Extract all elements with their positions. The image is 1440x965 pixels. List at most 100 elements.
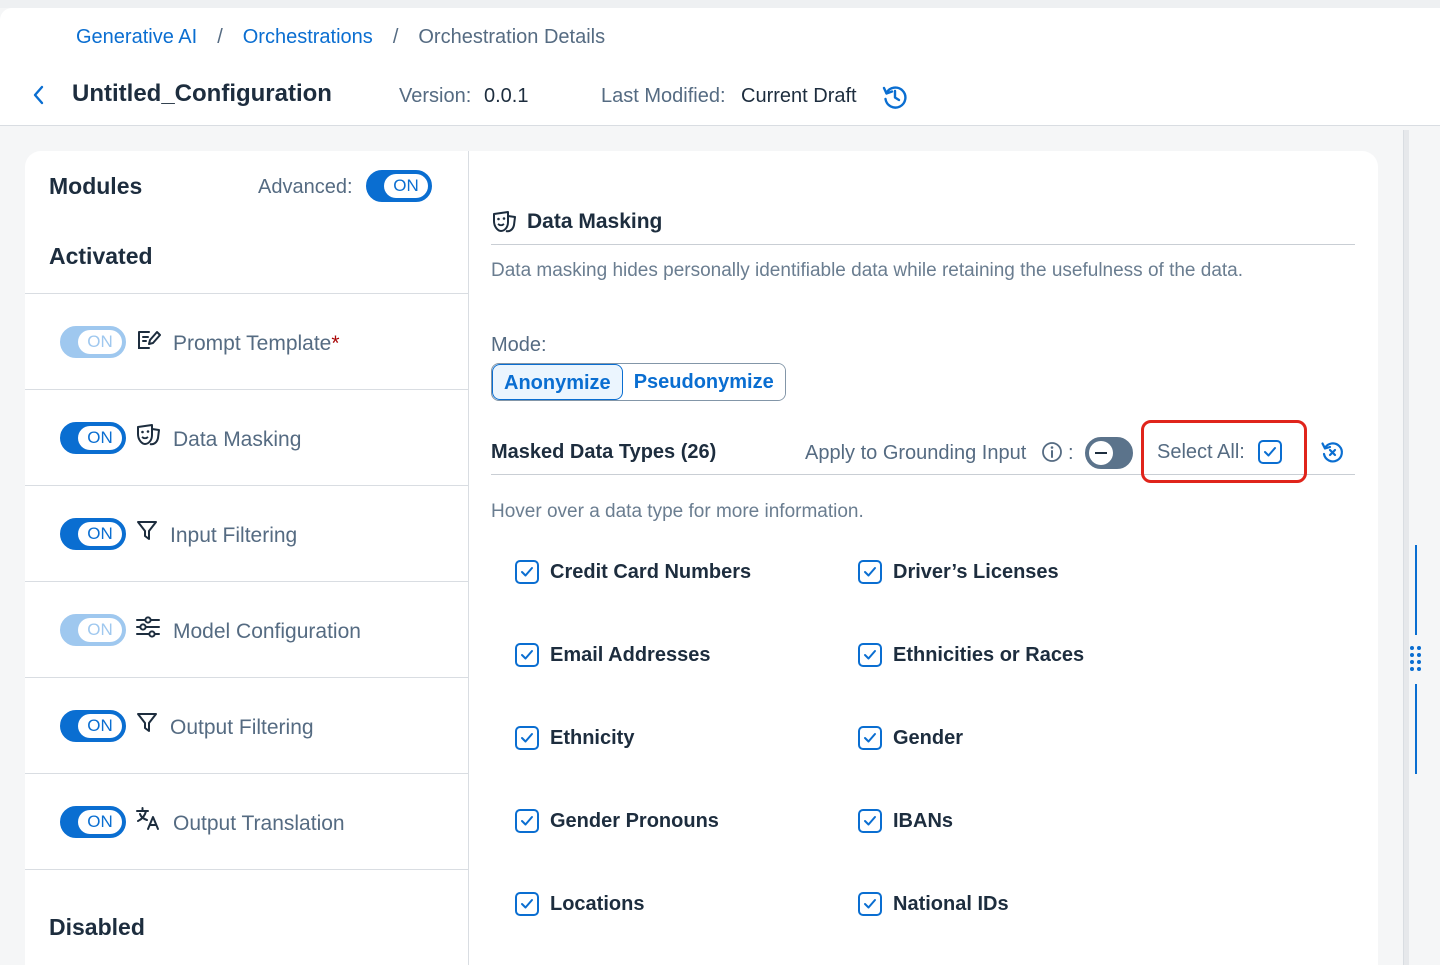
version-label: Version: — [399, 85, 472, 107]
switch-state: ON — [78, 522, 122, 546]
data-type-label: Locations — [550, 893, 645, 915]
top-strip — [0, 0, 1440, 8]
check-icon — [864, 567, 876, 577]
module-label: Data Masking — [173, 428, 302, 451]
data-type-checkbox[interactable] — [858, 726, 882, 750]
module-label: Output Translation — [173, 812, 345, 835]
check-icon — [521, 650, 533, 660]
data-type-checkbox[interactable] — [858, 892, 882, 916]
data-type-checkbox[interactable] — [858, 809, 882, 833]
module-row-model-configuration[interactable]: ON Model Configuration — [25, 581, 468, 677]
data-masking-header: Data Masking — [491, 207, 1355, 245]
data-masking-panel: Data Masking Data masking hides personal… — [469, 151, 1378, 965]
breadcrumb-orchestrations[interactable]: Orchestrations — [243, 26, 373, 49]
last-modified-label: Last Modified: — [601, 85, 726, 107]
module-row-data-masking[interactable]: ON Data Masking — [25, 389, 468, 485]
breadcrumb-current: Orchestration Details — [418, 26, 606, 48]
mode-anonymize-button[interactable]: Anonymize — [492, 364, 623, 400]
breadcrumb-separator: / — [217, 26, 223, 48]
splitter-line-top — [1415, 545, 1417, 635]
masked-types-title: Masked Data Types (26) — [491, 441, 717, 463]
data-masking-description: Data masking hides personally identifiab… — [491, 260, 1244, 281]
reset-icon — [1321, 442, 1343, 463]
module-label: Prompt Template* — [173, 332, 340, 356]
filter-icon — [135, 710, 161, 736]
module-list: ON Prompt Template* ON Data Masking ON I… — [25, 293, 468, 869]
reset-button[interactable] — [1319, 439, 1345, 465]
data-type-checkbox[interactable] — [515, 560, 539, 584]
model-configuration-switch: ON — [60, 614, 126, 646]
check-icon — [521, 816, 533, 826]
data-type-label: Driver’s Licenses — [893, 561, 1059, 583]
info-icon[interactable] — [1041, 441, 1063, 463]
switch-state: ON — [78, 618, 122, 642]
check-icon — [1264, 447, 1276, 457]
data-masking-title: Data Masking — [527, 210, 663, 233]
data-type-label: Credit Card Numbers — [550, 561, 752, 583]
page-header: Generative AI / Orchestrations / Orchest… — [0, 8, 1440, 126]
data-type-label: National IDs — [893, 893, 1009, 915]
prompt-template-switch: ON — [60, 326, 126, 358]
mode-label: Mode: — [491, 334, 547, 356]
page-title: Untitled_Configuration — [72, 80, 332, 107]
version-history-button[interactable] — [880, 82, 910, 112]
data-type-label: Email Addresses — [550, 644, 711, 666]
data-type-checkbox[interactable] — [858, 560, 882, 584]
select-all-label: Select All: — [1157, 441, 1245, 463]
history-icon — [882, 86, 907, 109]
output-translation-switch[interactable]: ON — [60, 806, 126, 838]
module-row-output-translation[interactable]: ON Output Translation — [25, 773, 468, 869]
prompt-edit-icon — [135, 326, 161, 352]
panel-splitter[interactable] — [1403, 130, 1409, 965]
chevron-left-icon — [33, 85, 44, 105]
mask-icon — [491, 209, 517, 235]
advanced-switch-state: ON — [384, 174, 428, 198]
data-type-checkbox[interactable] — [515, 809, 539, 833]
check-icon — [521, 567, 533, 577]
breadcrumb: Generative AI / Orchestrations / Orchest… — [76, 26, 605, 49]
data-type-checkbox[interactable] — [515, 892, 539, 916]
data-type-label: Ethnicity — [550, 727, 635, 749]
input-filtering-switch[interactable]: ON — [60, 518, 126, 550]
hover-hint: Hover over a data type for more informat… — [491, 501, 864, 522]
switch-state: ON — [78, 810, 122, 834]
check-icon — [864, 650, 876, 660]
modules-panel: Modules Advanced: ON Activated ON Prompt… — [25, 151, 469, 965]
splitter-grip-icon[interactable] — [1407, 642, 1427, 676]
output-filtering-switch[interactable]: ON — [60, 710, 126, 742]
module-label: Input Filtering — [170, 524, 298, 547]
data-type-checkbox[interactable] — [515, 643, 539, 667]
mask-icon — [135, 422, 161, 448]
module-label-text: Prompt Template — [173, 332, 332, 355]
advanced-label: Advanced: — [258, 176, 353, 198]
switch-state: ON — [78, 426, 122, 450]
data-type-label: Ethnicities or Races — [893, 644, 1085, 666]
translate-icon — [135, 806, 161, 832]
data-type-label: Gender Pronouns — [550, 810, 719, 832]
data-type-checkbox[interactable] — [858, 643, 882, 667]
masked-types-toolbar: Masked Data Types (26) Apply to Groundin… — [491, 420, 1355, 483]
module-row-output-filtering[interactable]: ON Output Filtering — [25, 677, 468, 773]
data-type-checkbox[interactable] — [515, 726, 539, 750]
check-icon — [864, 733, 876, 743]
mode-pseudonymize-button[interactable]: Pseudonymize — [622, 364, 785, 400]
last-modified-value: Current Draft — [741, 85, 857, 107]
breadcrumb-separator: / — [392, 26, 399, 48]
switch-state: ON — [78, 330, 122, 354]
select-all-checkbox[interactable] — [1258, 440, 1282, 464]
module-row-input-filtering[interactable]: ON Input Filtering — [25, 485, 468, 581]
data-masking-switch[interactable]: ON — [60, 422, 126, 454]
disabled-title: Disabled — [49, 914, 145, 940]
module-label: Model Configuration — [173, 620, 361, 643]
module-label: Output Filtering — [170, 716, 314, 739]
grounding-colon: : — [1068, 442, 1074, 464]
check-icon — [521, 899, 533, 909]
check-icon — [521, 733, 533, 743]
switch-state: ON — [78, 714, 122, 738]
advanced-switch[interactable]: ON — [366, 170, 432, 202]
grounding-toggle[interactable] — [1085, 437, 1133, 469]
module-row-prompt-template[interactable]: ON Prompt Template* — [25, 293, 468, 389]
breadcrumb-generative-ai[interactable]: Generative AI — [76, 26, 197, 49]
divider — [25, 869, 468, 870]
back-button[interactable] — [28, 84, 48, 109]
